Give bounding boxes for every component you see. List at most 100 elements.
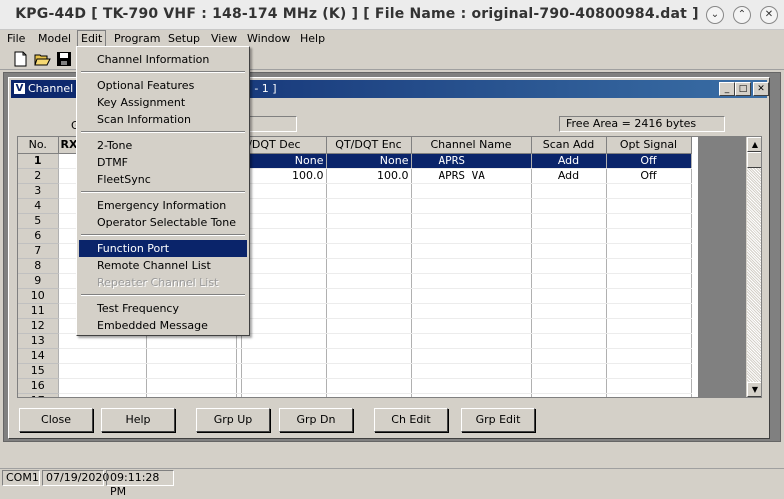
- cell-enc[interactable]: [326, 273, 412, 289]
- cell-dec[interactable]: [241, 348, 327, 364]
- close-window-button[interactable]: ✕: [760, 6, 778, 24]
- cell-dec[interactable]: [241, 183, 327, 199]
- cell-scan-add[interactable]: [531, 288, 607, 304]
- cell-enc[interactable]: [326, 318, 412, 334]
- row-number[interactable]: 16: [18, 378, 59, 394]
- cell-channel-name[interactable]: [411, 228, 532, 244]
- cell-opt-signal[interactable]: [606, 348, 692, 364]
- row-number[interactable]: 7: [18, 243, 59, 259]
- cell-opt-signal[interactable]: [606, 378, 692, 394]
- cell-channel-name[interactable]: [411, 213, 532, 229]
- window-app-icon[interactable]: V: [13, 82, 26, 95]
- col-header-enc[interactable]: QT/DQT Enc: [326, 137, 412, 154]
- cell-channel-name[interactable]: [411, 363, 532, 379]
- cell-hidden-1[interactable]: [146, 393, 237, 397]
- row-number[interactable]: 1: [18, 153, 59, 169]
- row-number[interactable]: 17: [18, 393, 59, 397]
- cell-opt-signal[interactable]: [606, 333, 692, 349]
- cell-scan-add[interactable]: [531, 228, 607, 244]
- cell-enc[interactable]: [326, 363, 412, 379]
- cell-enc[interactable]: [326, 213, 412, 229]
- child-close-button[interactable]: ✕: [753, 82, 769, 96]
- menu-edit[interactable]: Edit: [77, 30, 107, 47]
- cell-enc[interactable]: [326, 303, 412, 319]
- cell-channel-name[interactable]: [411, 348, 532, 364]
- cell-dec[interactable]: [241, 258, 327, 274]
- menu-view[interactable]: View: [211, 32, 237, 45]
- scroll-thumb[interactable]: [747, 152, 761, 168]
- cell-scan-add[interactable]: [531, 333, 607, 349]
- menu-item-scan-information[interactable]: Scan Information: [79, 111, 247, 128]
- save-disk-icon[interactable]: [56, 51, 73, 67]
- new-file-icon[interactable]: [12, 51, 29, 67]
- cell-enc[interactable]: [326, 198, 412, 214]
- cell-opt-signal[interactable]: [606, 273, 692, 289]
- cell-rx[interactable]: [58, 378, 147, 394]
- cell-hidden-1[interactable]: [146, 363, 237, 379]
- cell-scan-add[interactable]: Add: [531, 168, 607, 184]
- group-down-button[interactable]: Grp Dn: [279, 408, 353, 432]
- col-header-no[interactable]: No.: [18, 137, 59, 154]
- row-number[interactable]: 12: [18, 318, 59, 334]
- cell-scan-add[interactable]: [531, 378, 607, 394]
- cell-opt-signal[interactable]: [606, 183, 692, 199]
- cell-enc[interactable]: [326, 228, 412, 244]
- cell-dec[interactable]: [241, 303, 327, 319]
- cell-opt-signal[interactable]: [606, 318, 692, 334]
- cell-channel-name[interactable]: [411, 303, 532, 319]
- menu-item-emergency-information[interactable]: Emergency Information: [79, 197, 247, 214]
- cell-enc[interactable]: 100.0: [326, 168, 412, 184]
- row-number[interactable]: 9: [18, 273, 59, 289]
- menu-window[interactable]: Window: [247, 32, 290, 45]
- table-row[interactable]: 17: [18, 393, 692, 397]
- cell-rx[interactable]: [58, 348, 147, 364]
- menu-help[interactable]: Help: [300, 32, 325, 45]
- cell-dec[interactable]: [241, 333, 327, 349]
- row-number[interactable]: 10: [18, 288, 59, 304]
- menu-item-function-port[interactable]: Function Port: [79, 240, 247, 257]
- help-button[interactable]: Help: [101, 408, 175, 432]
- cell-opt-signal[interactable]: [606, 288, 692, 304]
- cell-enc[interactable]: [326, 378, 412, 394]
- open-folder-icon[interactable]: [34, 51, 51, 67]
- cell-scan-add[interactable]: [531, 258, 607, 274]
- row-number[interactable]: 5: [18, 213, 59, 229]
- cell-scan-add[interactable]: [531, 318, 607, 334]
- menu-item-optional-features[interactable]: Optional Features: [79, 77, 247, 94]
- row-number[interactable]: 4: [18, 198, 59, 214]
- menu-model[interactable]: Model: [38, 32, 71, 45]
- cell-scan-add[interactable]: [531, 213, 607, 229]
- col-header-opt-signal[interactable]: Opt Signal: [606, 137, 692, 154]
- scroll-up-arrow-icon[interactable]: ▲: [747, 137, 761, 152]
- cell-channel-name[interactable]: [411, 183, 532, 199]
- cell-channel-name[interactable]: [411, 378, 532, 394]
- cell-opt-signal[interactable]: [606, 198, 692, 214]
- cell-dec[interactable]: None: [241, 153, 327, 169]
- cell-scan-add[interactable]: [531, 348, 607, 364]
- menu-item-test-frequency[interactable]: Test Frequency: [79, 300, 247, 317]
- cell-dec[interactable]: [241, 213, 327, 229]
- cell-opt-signal[interactable]: [606, 243, 692, 259]
- cell-channel-name[interactable]: [411, 198, 532, 214]
- cell-enc[interactable]: [326, 258, 412, 274]
- row-number[interactable]: 6: [18, 228, 59, 244]
- cell-scan-add[interactable]: [531, 198, 607, 214]
- vertical-scrollbar[interactable]: ▲ ▼: [746, 137, 761, 397]
- cell-dec[interactable]: [241, 243, 327, 259]
- table-row[interactable]: 14: [18, 348, 692, 364]
- cell-opt-signal[interactable]: Off: [606, 168, 692, 184]
- cell-rx[interactable]: [58, 363, 147, 379]
- cell-opt-signal[interactable]: [606, 258, 692, 274]
- channel-edit-button[interactable]: Ch Edit: [374, 408, 448, 432]
- cell-channel-name[interactable]: [411, 318, 532, 334]
- maximize-button[interactable]: ⌃: [733, 6, 751, 24]
- cell-channel-name[interactable]: [411, 273, 532, 289]
- cell-scan-add[interactable]: [531, 183, 607, 199]
- cell-enc[interactable]: [326, 348, 412, 364]
- cell-opt-signal[interactable]: [606, 213, 692, 229]
- cell-channel-name[interactable]: [411, 258, 532, 274]
- cell-dec[interactable]: [241, 378, 327, 394]
- group-up-button[interactable]: Grp Up: [196, 408, 270, 432]
- cell-enc[interactable]: [326, 393, 412, 397]
- cell-enc[interactable]: [326, 243, 412, 259]
